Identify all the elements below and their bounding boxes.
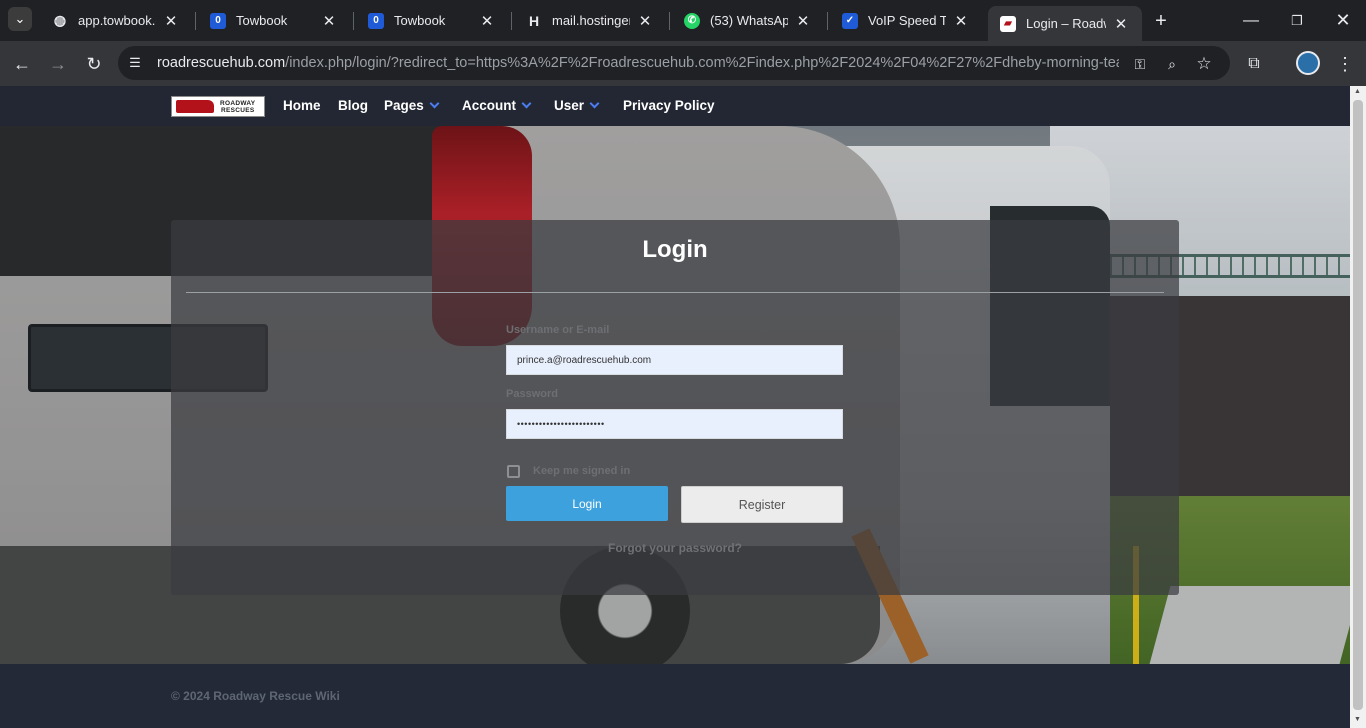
login-title: Login — [642, 236, 708, 263]
address-bar[interactable]: ☰ roadrescuehub.com/index.php/login/?red… — [118, 46, 1230, 80]
chevron-down-icon — [589, 98, 600, 109]
chevron-down-icon — [429, 98, 440, 109]
login-button[interactable]: Login — [506, 486, 668, 521]
url-text[interactable]: roadrescuehub.com/index.php/login/?redir… — [157, 55, 1119, 71]
nav-account-label: Account — [462, 98, 516, 113]
tab-separator — [511, 12, 512, 30]
nav-user-label: User — [554, 98, 585, 113]
username-label: Username or E-mail — [506, 324, 610, 336]
nav-blog-label: Blog — [338, 98, 368, 113]
tab-title: mail.hostinger.com — [552, 13, 630, 28]
tab-1[interactable]: ◍ app.towbook.com ✕ — [40, 0, 192, 41]
towbook-icon: 0 — [368, 12, 384, 29]
password-input[interactable]: •••••••••••••••••••••••• — [506, 409, 843, 439]
url-path: /index.php/login/?redirect_to=https%3A%2… — [285, 55, 1119, 71]
tab-title: Towbook — [394, 13, 446, 28]
tab-separator — [353, 12, 354, 30]
window-close-icon[interactable]: ✕ — [1320, 0, 1366, 41]
forgot-password-link[interactable]: Forgot your password? — [171, 541, 1179, 555]
nav-home[interactable]: Home — [283, 98, 321, 113]
tab-title: app.towbook.com — [78, 13, 156, 28]
chevron-down-icon: ⌄ — [14, 11, 26, 26]
tab-2[interactable]: 0 Towbook ✕ — [198, 0, 350, 41]
roadway-icon: ▰ — [1000, 15, 1016, 32]
tab-title: VoIP Speed Test — [868, 13, 946, 28]
whatsapp-icon: ✆ — [684, 12, 700, 29]
extensions-icon[interactable]: ⧉ — [1242, 52, 1266, 76]
scroll-down-icon[interactable]: ▼ — [1354, 716, 1362, 723]
tab-4[interactable]: H mail.hostinger.com ✕ — [514, 0, 666, 41]
register-button[interactable]: Register — [681, 486, 843, 523]
footer-copyright: © 2024 Roadway Rescue Wiki — [171, 689, 340, 703]
site-logo[interactable]: ROADWAY RESCUES — [171, 96, 265, 117]
tab-title: Login – Roadway Rescue Wiki — [1026, 16, 1106, 31]
restore-icon[interactable]: ❐ — [1274, 0, 1320, 41]
towbook-icon: 0 — [210, 12, 226, 29]
login-card: Login Username or E-mail prince.a@roadre… — [171, 220, 1179, 595]
site-info-icon[interactable]: ☰ — [126, 54, 144, 72]
nav-pages[interactable]: Pages — [384, 98, 440, 113]
close-icon[interactable]: ✕ — [320, 12, 338, 30]
truck-logo-icon — [176, 100, 214, 113]
remember-me-label[interactable]: Keep me signed in — [533, 465, 630, 477]
new-tab-icon[interactable]: + — [1150, 10, 1172, 32]
forward-arrow-icon[interactable]: → — [46, 52, 70, 76]
nav-blog[interactable]: Blog — [338, 98, 368, 113]
tab-separator — [195, 12, 196, 30]
scroll-up-icon[interactable]: ▲ — [1354, 88, 1362, 95]
checkbox-icon: ✓ — [842, 12, 858, 29]
site-navbar: ROADWAY RESCUES Home Blog Pages Account … — [0, 86, 1350, 126]
password-label: Password — [506, 388, 558, 400]
tab-title: Towbook — [236, 13, 288, 28]
close-icon[interactable]: ✕ — [794, 12, 812, 30]
hostinger-icon: H — [528, 12, 540, 29]
nav-privacy-label: Privacy Policy — [623, 98, 715, 113]
nav-account[interactable]: Account — [462, 98, 532, 113]
username-input[interactable]: prince.a@roadrescuehub.com — [506, 345, 843, 375]
divider — [186, 292, 1164, 293]
logo-line-1: ROADWAY — [220, 99, 256, 107]
remember-me-checkbox[interactable] — [507, 465, 520, 478]
tab-5[interactable]: ✆ (53) WhatsApp ✕ — [672, 0, 824, 41]
tab-title: (53) WhatsApp — [710, 13, 788, 28]
back-arrow-icon[interactable]: ← — [10, 52, 34, 76]
tab-3[interactable]: 0 Towbook ✕ — [356, 0, 508, 41]
close-icon[interactable]: ✕ — [952, 12, 970, 30]
hero-background-image: Login Username or E-mail prince.a@roadre… — [0, 126, 1350, 664]
key-icon[interactable]: ⚿ — [1130, 54, 1150, 74]
web-page: ROADWAY RESCUES Home Blog Pages Account … — [0, 86, 1350, 728]
nav-pages-label: Pages — [384, 98, 424, 113]
nav-user[interactable]: User — [554, 98, 600, 113]
tab-6[interactable]: ✓ VoIP Speed Test ✕ — [830, 0, 982, 41]
profile-avatar[interactable] — [1296, 51, 1320, 75]
tab-7-active[interactable]: ▰ Login – Roadway Rescue Wiki ✕ — [988, 6, 1142, 41]
tab-search-button[interactable]: ⌄ — [8, 7, 32, 31]
nav-home-label: Home — [283, 98, 321, 113]
reload-icon[interactable]: ↻ — [82, 52, 106, 76]
chevron-down-icon — [521, 98, 532, 109]
globe-icon: ◍ — [53, 12, 67, 28]
zoom-icon[interactable]: ⌕ — [1162, 54, 1182, 74]
close-icon[interactable]: ✕ — [478, 12, 496, 30]
close-icon[interactable]: ✕ — [1112, 15, 1130, 33]
nav-privacy-policy[interactable]: Privacy Policy — [623, 98, 715, 113]
tab-separator — [669, 12, 670, 30]
url-host: roadrescuehub.com — [157, 55, 286, 71]
more-menu-icon[interactable]: ⋮ — [1336, 52, 1354, 76]
site-footer: © 2024 Roadway Rescue Wiki — [0, 664, 1350, 728]
close-icon[interactable]: ✕ — [162, 12, 180, 30]
logo-line-2: RESCUES — [220, 106, 255, 114]
page-scrollbar[interactable]: ▲ ▼ — [1350, 86, 1366, 728]
browser-toolbar: ← → ↻ ☰ roadrescuehub.com/index.php/logi… — [0, 41, 1366, 86]
bookmark-star-icon[interactable]: ☆ — [1194, 54, 1214, 74]
tab-strip: ⌄ ◍ app.towbook.com ✕ 0 Towbook ✕ 0 Towb… — [0, 0, 1366, 41]
scrollbar-thumb[interactable] — [1353, 100, 1363, 710]
close-icon[interactable]: ✕ — [636, 12, 654, 30]
tab-separator — [827, 12, 828, 30]
logo-text: ROADWAY RESCUES — [220, 100, 255, 114]
minimize-icon[interactable]: — — [1228, 0, 1274, 41]
